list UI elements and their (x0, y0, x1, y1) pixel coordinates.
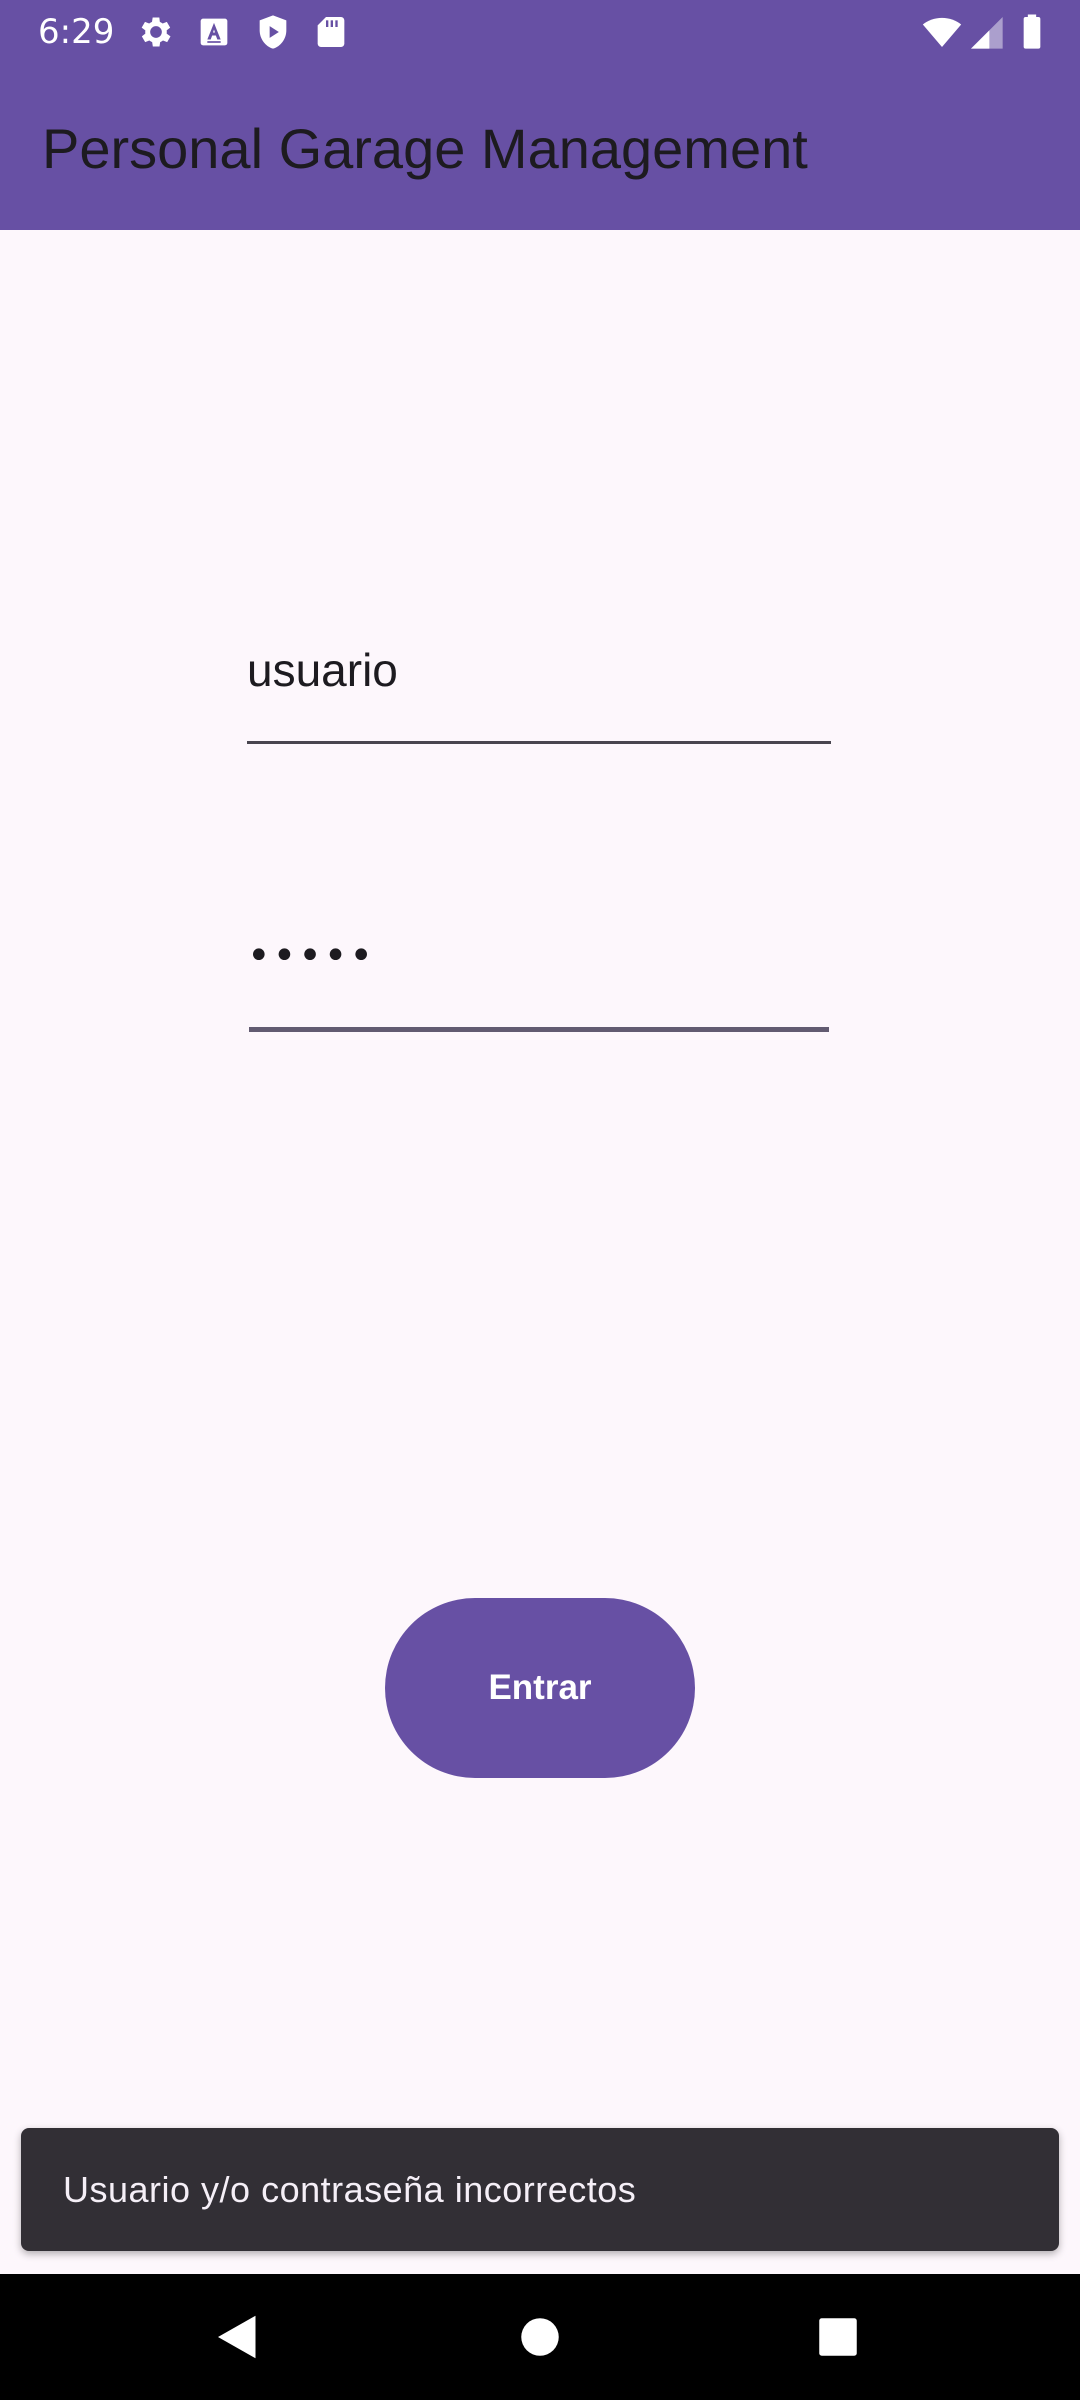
snackbar-message: Usuario y/o contraseña incorrectos (63, 2169, 637, 2210)
home-icon[interactable] (510, 2307, 570, 2367)
signal-icon (966, 12, 1006, 52)
username-value: usuario (247, 644, 398, 696)
shield-icon (253, 12, 293, 52)
navigation-bar (0, 2274, 1080, 2400)
username-underline (247, 741, 831, 744)
sd-card-icon (311, 12, 351, 52)
password-value: ••••• (247, 933, 375, 979)
gear-icon (136, 12, 176, 52)
snackbar: Usuario y/o contraseña incorrectos (21, 2128, 1059, 2251)
font-a-icon (194, 12, 234, 52)
page-title: Personal Garage Management (42, 117, 808, 180)
recents-icon[interactable] (808, 2307, 868, 2367)
battery-icon (1012, 12, 1052, 52)
password-field[interactable]: ••••• (247, 912, 831, 1032)
username-field[interactable]: usuario (247, 620, 831, 744)
status-time: 6:29 (38, 12, 115, 52)
password-underline (249, 1027, 829, 1032)
entrar-button[interactable]: Entrar (385, 1598, 695, 1778)
app-bar: Personal Garage Management (0, 64, 1080, 230)
status-bar: 6:29 (0, 0, 1080, 64)
back-icon[interactable] (208, 2307, 268, 2367)
wifi-icon (922, 12, 962, 52)
